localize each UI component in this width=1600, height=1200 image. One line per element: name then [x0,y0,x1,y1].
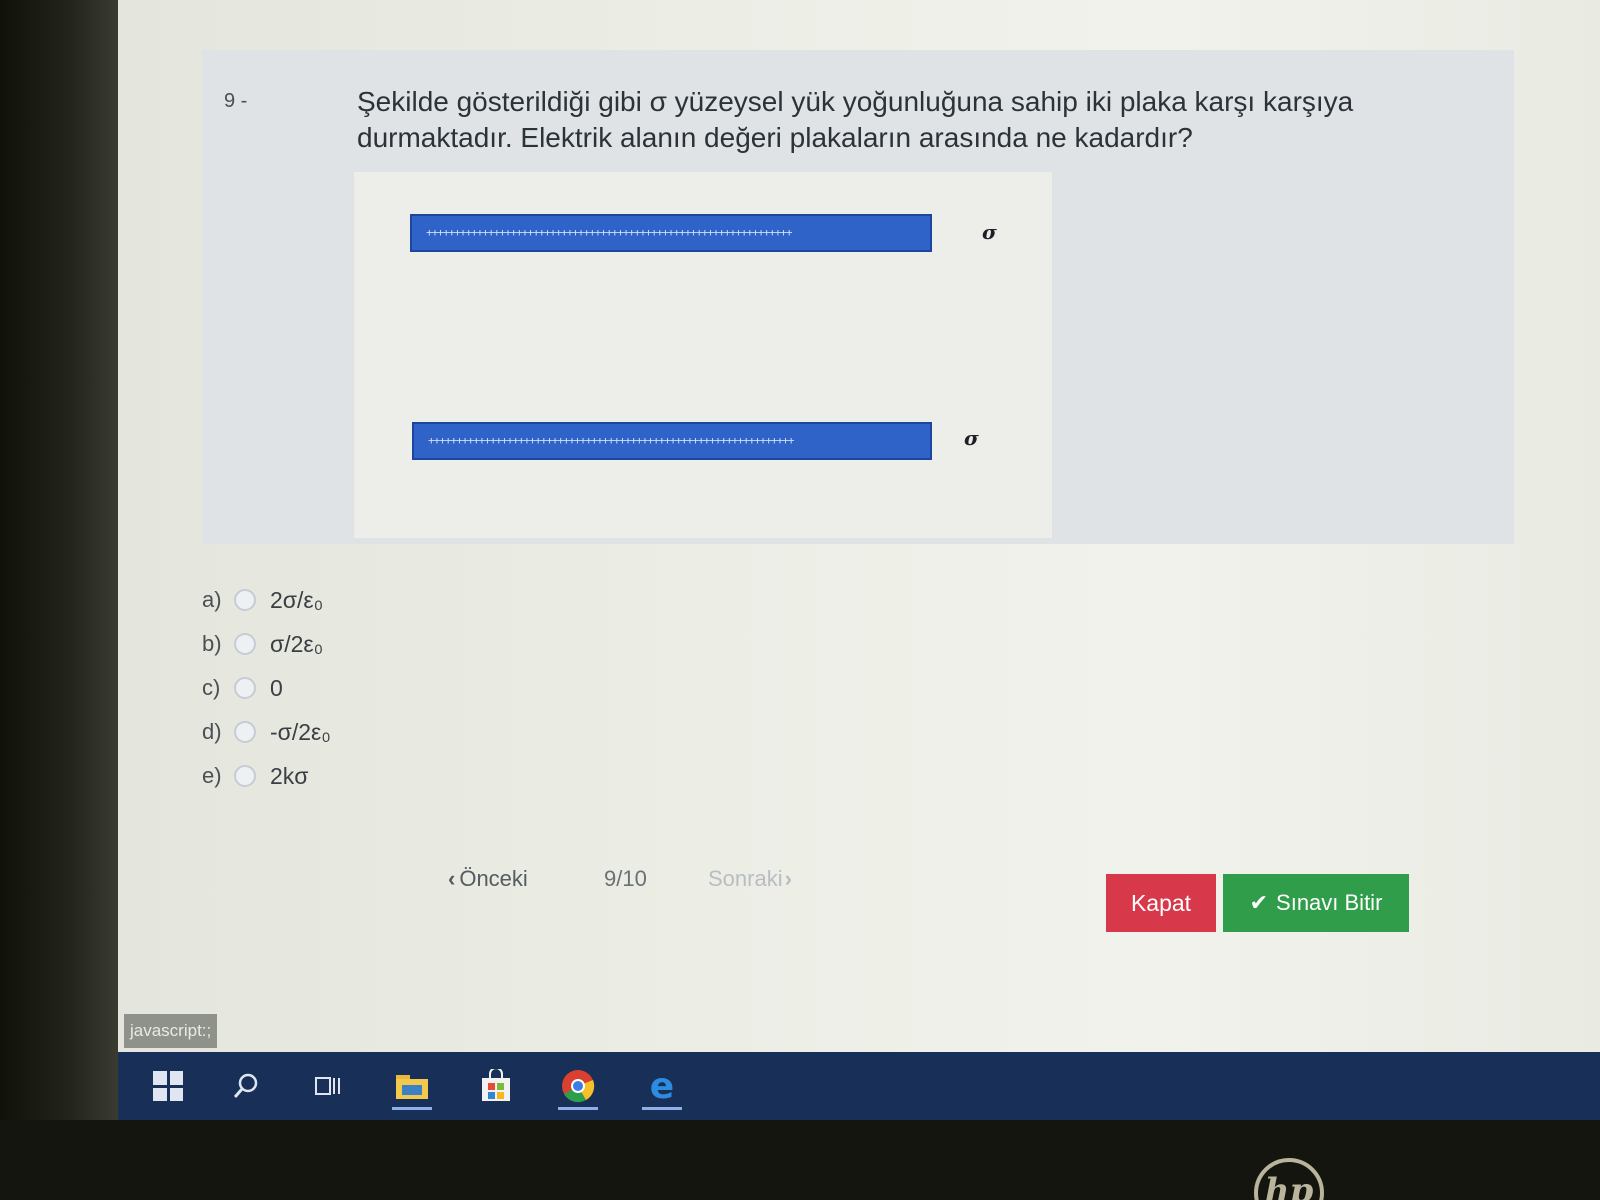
radio-button[interactable] [234,765,256,787]
search-icon[interactable] [222,1062,270,1110]
option-a[interactable]: a) 2σ/ε₀ [202,578,331,622]
finish-exam-label: Sınavı Bitir [1276,890,1383,915]
taskbar: e [118,1052,1600,1120]
option-c[interactable]: c) 0 [202,666,331,710]
bottom-plate-label: σ [964,426,979,450]
finish-exam-button[interactable]: ✔ Sınavı Bitir [1223,874,1409,932]
chevron-right-icon: › [784,866,792,891]
question-number: 9 - [224,90,248,112]
status-bar-url: javascript:; [124,1014,218,1048]
next-label: Sonraki [708,866,783,891]
option-e[interactable]: e) 2kσ [202,754,331,798]
question-panel: 9 - Şekilde gösterildiği gibi σ yüzeysel… [202,50,1514,544]
question-text: Şekilde gösterildiği gibi σ yüzeysel yük… [357,86,1354,153]
question-counter: 9/10 [604,866,647,891]
radio-button[interactable] [234,589,256,611]
monitor-bezel-left [0,0,118,1120]
answer-options: a) 2σ/ε₀ b) σ/2ε₀ c) 0 d) -σ/2ε₀ e) 2kσ [202,578,331,798]
radio-button[interactable] [234,633,256,655]
option-letter: b) [202,631,222,656]
option-letter: c) [202,675,221,700]
screen: 9 - Şekilde gösterildiği gibi σ yüzeysel… [118,0,1600,1120]
windows-start-icon[interactable] [144,1062,192,1110]
option-text: σ/2ε₀ [270,630,324,657]
question-figure: ++++++++++++++++++++++++++++++++++++++++… [354,172,1052,538]
previous-button[interactable]: ‹ Önceki [448,866,528,892]
option-text: 2σ/ε₀ [270,586,324,613]
option-text: 0 [270,674,283,701]
chevron-left-icon: ‹ [448,866,456,891]
svg-text:e: e [650,1068,674,1104]
check-icon: ✔ [1249,890,1269,915]
top-plate-label: σ [982,220,997,244]
option-b[interactable]: b) σ/2ε₀ [202,622,331,666]
option-text: 2kσ [270,762,309,789]
option-d[interactable]: d) -σ/2ε₀ [202,710,331,754]
radio-button[interactable] [234,677,256,699]
store-icon[interactable] [472,1062,520,1110]
chrome-icon[interactable] [554,1062,602,1110]
close-button[interactable]: Kapat [1106,874,1216,932]
option-letter: a) [202,587,222,612]
bottom-plate: ++++++++++++++++++++++++++++++++++++++++… [412,422,932,460]
next-button[interactable]: Sonraki› [708,866,792,892]
option-letter: d) [202,719,222,744]
file-explorer-icon[interactable] [388,1062,436,1110]
previous-label: Önceki [459,866,528,891]
top-plate: ++++++++++++++++++++++++++++++++++++++++… [410,214,932,252]
option-letter: e) [202,763,222,788]
radio-button[interactable] [234,721,256,743]
option-text: -σ/2ε₀ [270,718,331,745]
edge-icon[interactable]: e [638,1062,686,1110]
monitor-bezel-bottom [0,1120,1600,1200]
task-view-icon[interactable] [304,1062,352,1110]
